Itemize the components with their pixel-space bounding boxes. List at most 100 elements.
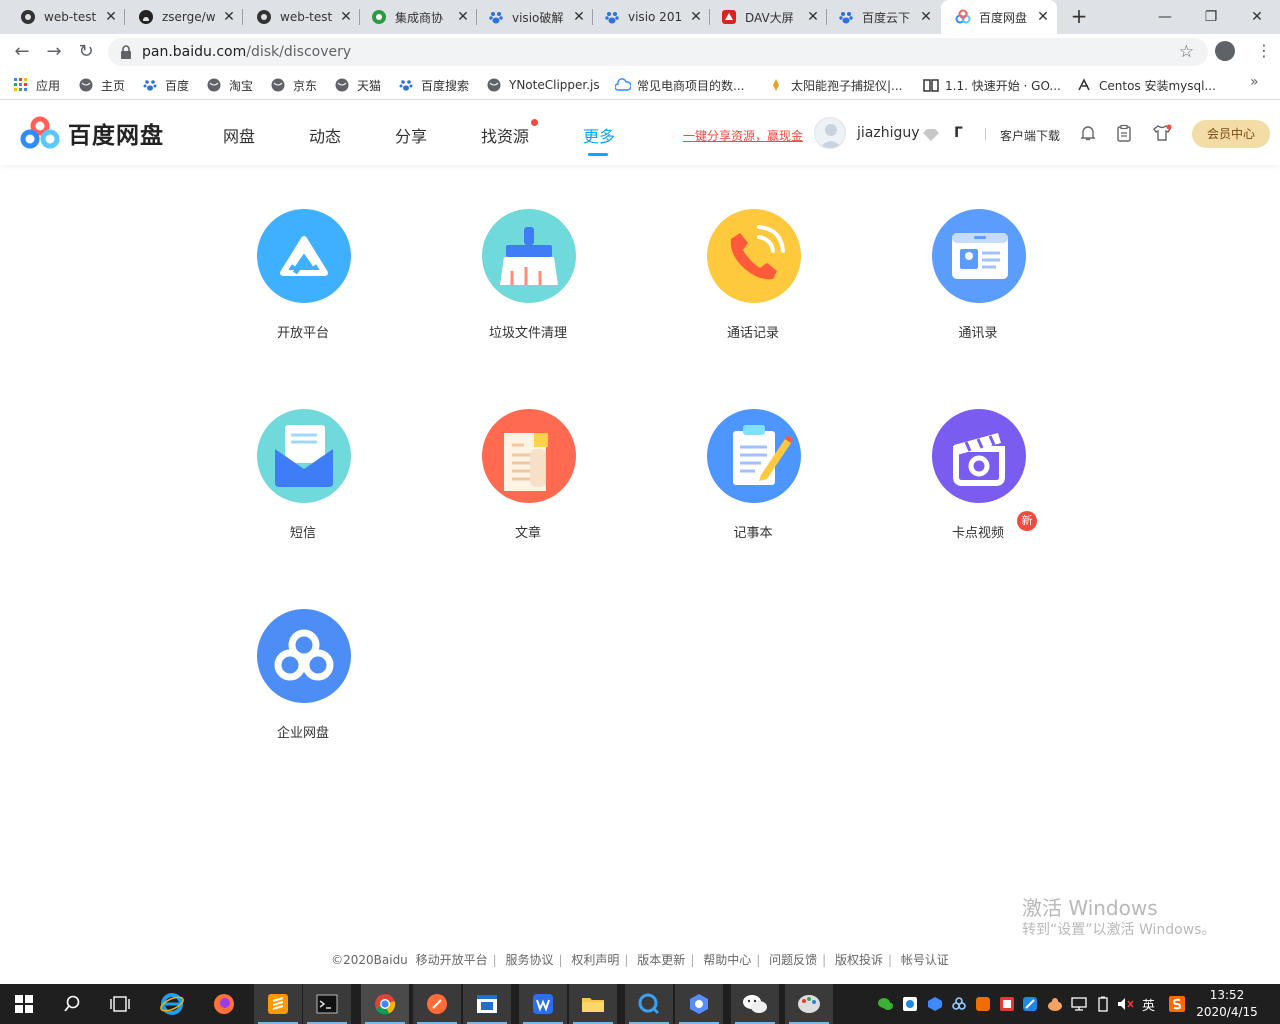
taskbar-wps[interactable]	[519, 984, 567, 1024]
bookmark-item[interactable]: 天猫	[335, 76, 381, 94]
close-icon[interactable]: ✕	[221, 9, 237, 25]
minimize-icon[interactable]: —	[1142, 0, 1188, 34]
footer-link[interactable]: 版权投诉	[835, 953, 883, 967]
footer-link[interactable]: 版本更新	[637, 953, 685, 967]
network-icon[interactable]	[1071, 996, 1087, 1012]
footer-link[interactable]: 帐号认证	[901, 953, 949, 967]
input-language[interactable]: 英	[1142, 995, 1155, 1014]
close-icon[interactable]: ✕	[571, 9, 587, 25]
search-button[interactable]	[48, 984, 96, 1024]
browser-tab[interactable]: 集成商协 ✕	[361, 0, 477, 34]
footer-link[interactable]: 帮助中心	[703, 953, 751, 967]
user-avatar[interactable]	[814, 117, 846, 149]
app-beat-video[interactable]: 卡点视频	[888, 409, 1068, 559]
close-window-icon[interactable]: ✕	[1234, 0, 1280, 34]
browser-tab[interactable]: DAV大屏 ✕	[711, 0, 827, 34]
tshirt-skin-icon[interactable]	[1152, 124, 1172, 142]
app-sms[interactable]: 短信	[213, 409, 393, 559]
app-call-log[interactable]: 通话记录	[663, 209, 843, 359]
browser-tab[interactable]: visio破解 ✕	[478, 0, 593, 34]
nav-netdisk[interactable]: 网盘	[223, 123, 255, 147]
browser-tab[interactable]: 百度云下 ✕	[828, 0, 940, 34]
new-tab-button[interactable]: +	[1069, 6, 1089, 26]
close-icon[interactable]: ✕	[688, 9, 704, 25]
bookmarks-more-icon[interactable]: »	[1250, 74, 1259, 90]
close-icon[interactable]: ✕	[805, 9, 821, 25]
taskbar-postman[interactable]	[413, 984, 461, 1024]
bookmark-item[interactable]: 淘宝	[207, 76, 253, 94]
bookmark-item[interactable]: 百度搜索	[399, 76, 469, 94]
bookmark-item[interactable]: 京东	[271, 76, 317, 94]
nav-activity[interactable]: 动态	[309, 123, 341, 147]
restore-icon[interactable]: ❐	[1188, 0, 1234, 34]
nav-more[interactable]: 更多	[583, 123, 615, 147]
start-button[interactable]	[0, 984, 48, 1024]
app-contacts[interactable]: 通讯录	[888, 209, 1068, 359]
taskbar-sublime[interactable]	[254, 984, 302, 1024]
taskbar-terminal[interactable]	[303, 984, 351, 1024]
volume-muted-icon[interactable]	[1117, 996, 1134, 1012]
task-view-button[interactable]	[96, 984, 144, 1024]
bookmark-item[interactable]: 1.1. 快速开始 · GO...	[923, 76, 1061, 94]
cube-tray-icon[interactable]	[927, 996, 943, 1012]
bookmark-item[interactable]: 主页	[79, 76, 125, 94]
taskbar-chrome[interactable]	[361, 984, 409, 1024]
vip-center-button[interactable]: 会员中心	[1192, 120, 1270, 148]
bookmark-item[interactable]: 太阳能孢子捕捉仪|...	[769, 76, 903, 94]
netdisk-logo[interactable]: 百度网盘	[20, 116, 164, 150]
clipboard-icon[interactable]	[1115, 124, 1133, 142]
app-articles[interactable]: 文章	[438, 409, 618, 559]
close-icon[interactable]: ✕	[918, 9, 934, 25]
close-icon[interactable]: ✕	[455, 9, 471, 25]
browser-tab[interactable]: visio 201 ✕	[594, 0, 710, 34]
username[interactable]: jiazhiguy	[857, 125, 920, 141]
bookmark-item[interactable]: Centos 安装mysql...	[1077, 76, 1216, 94]
address-bar[interactable]: pan.baidu.com/disk/discovery ☆	[108, 38, 1208, 66]
system-clock[interactable]: 13:52 2020/4/15	[1196, 987, 1258, 1021]
close-icon[interactable]: ✕	[1035, 9, 1051, 25]
app-junk-cleaner[interactable]: 垃圾文件清理	[438, 209, 618, 359]
app-enterprise-netdisk[interactable]: 企业网盘	[213, 609, 393, 759]
taskbar-ie[interactable]	[148, 984, 196, 1024]
battery-icon[interactable]	[1095, 996, 1111, 1012]
game-tray-icon[interactable]	[975, 996, 991, 1012]
wechat-tray-icon[interactable]	[877, 996, 893, 1012]
menu-kebab-icon[interactable]: ⋮	[1256, 42, 1272, 60]
bookmark-item[interactable]: 百度	[143, 76, 189, 94]
footer-link[interactable]: 服务协议	[506, 953, 554, 967]
browser-tab[interactable]: zserge/w ✕	[126, 0, 243, 34]
footer-link[interactable]: 移动开放平台	[416, 953, 488, 967]
weasel-tray-icon[interactable]	[1047, 996, 1063, 1012]
bookmark-star-icon[interactable]: ☆	[1179, 42, 1194, 62]
taskbar-paint[interactable]	[785, 984, 833, 1024]
bookmark-apps[interactable]: 应用	[14, 76, 60, 94]
taskbar-firefox[interactable]	[200, 984, 248, 1024]
app-notepad[interactable]: 记事本	[663, 409, 843, 559]
bell-icon[interactable]	[1079, 124, 1097, 142]
footer-link[interactable]: 问题反馈	[769, 953, 817, 967]
close-icon[interactable]: ✕	[338, 9, 354, 25]
browser-tab-active[interactable]: 百度网盘 ✕	[941, 0, 1057, 34]
taskbar-explorer[interactable]	[569, 984, 617, 1024]
share-promo-link[interactable]: 一键分享资源，赢现金	[683, 127, 803, 144]
reload-icon[interactable]: ↻	[76, 42, 96, 62]
close-icon[interactable]: ✕	[103, 9, 119, 25]
browser-tray-icon[interactable]	[902, 996, 918, 1012]
back-icon[interactable]: ←	[12, 42, 32, 62]
taskbar-netdisk[interactable]	[675, 984, 723, 1024]
taskbar-search-app[interactable]	[625, 984, 673, 1024]
taskbar-app[interactable]	[463, 984, 511, 1024]
netdisk-tray-icon[interactable]	[951, 996, 967, 1012]
forward-icon[interactable]: →	[44, 42, 64, 62]
bookmark-item[interactable]: YNoteClipper.js	[487, 76, 600, 94]
feather-tray-icon[interactable]	[1022, 996, 1038, 1012]
browser-tab[interactable]: web-test ✕	[244, 0, 360, 34]
profile-avatar-icon[interactable]	[1215, 41, 1235, 61]
bookmark-item[interactable]: 常见电商项目的数...	[614, 76, 744, 94]
footer-link[interactable]: 权利声明	[571, 953, 619, 967]
nav-find-resources[interactable]: 找资源	[481, 123, 529, 147]
taskbar-wechat[interactable]	[731, 984, 779, 1024]
browser-tab[interactable]: web-test ✕	[0, 0, 125, 34]
nav-share[interactable]: 分享	[395, 123, 427, 147]
sogou-ime-icon[interactable]	[1169, 996, 1185, 1012]
